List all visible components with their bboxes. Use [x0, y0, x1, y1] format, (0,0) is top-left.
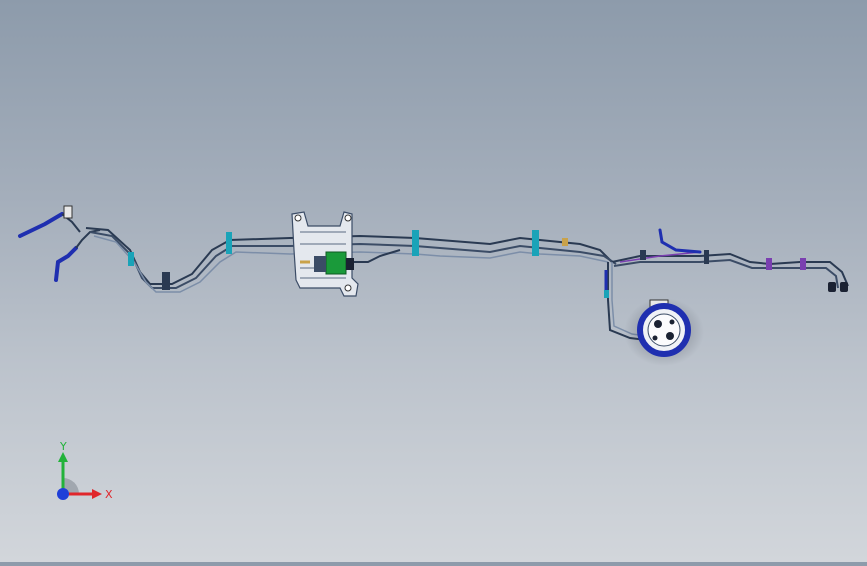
pipe-clip[interactable]	[604, 290, 609, 298]
fuel-line-assembly-model[interactable]	[0, 0, 867, 562]
pipe-clip[interactable]	[800, 258, 806, 270]
cad-graphics-area[interactable]: Y X	[0, 0, 867, 562]
main-pipe-bundle[interactable]	[85, 227, 849, 341]
pipe-clip[interactable]	[766, 258, 772, 270]
fuel-pump-flange[interactable]	[624, 298, 704, 366]
pipe-clip[interactable]	[162, 272, 170, 290]
pipe-clip[interactable]	[704, 250, 709, 264]
z-axis-dot	[57, 488, 69, 500]
y-axis-arrowhead	[58, 452, 68, 462]
coordinate-triad: Y X	[57, 440, 113, 501]
x-axis-arrowhead	[92, 489, 102, 499]
fuel-filter[interactable]	[325, 251, 347, 275]
center-bracket-assembly[interactable]	[291, 211, 401, 297]
pipe-clip[interactable]	[128, 252, 134, 266]
left-hose-assembly[interactable]	[18, 205, 101, 282]
y-axis-label: Y	[59, 440, 67, 453]
pipe-clip[interactable]	[412, 230, 419, 256]
pipe-clip[interactable]	[562, 238, 568, 246]
pipe-clip[interactable]	[532, 230, 539, 256]
pipe-clips[interactable]	[128, 230, 806, 298]
x-axis-label: X	[105, 488, 113, 501]
pipe-clip[interactable]	[226, 232, 232, 254]
pipe-clip[interactable]	[640, 250, 646, 260]
